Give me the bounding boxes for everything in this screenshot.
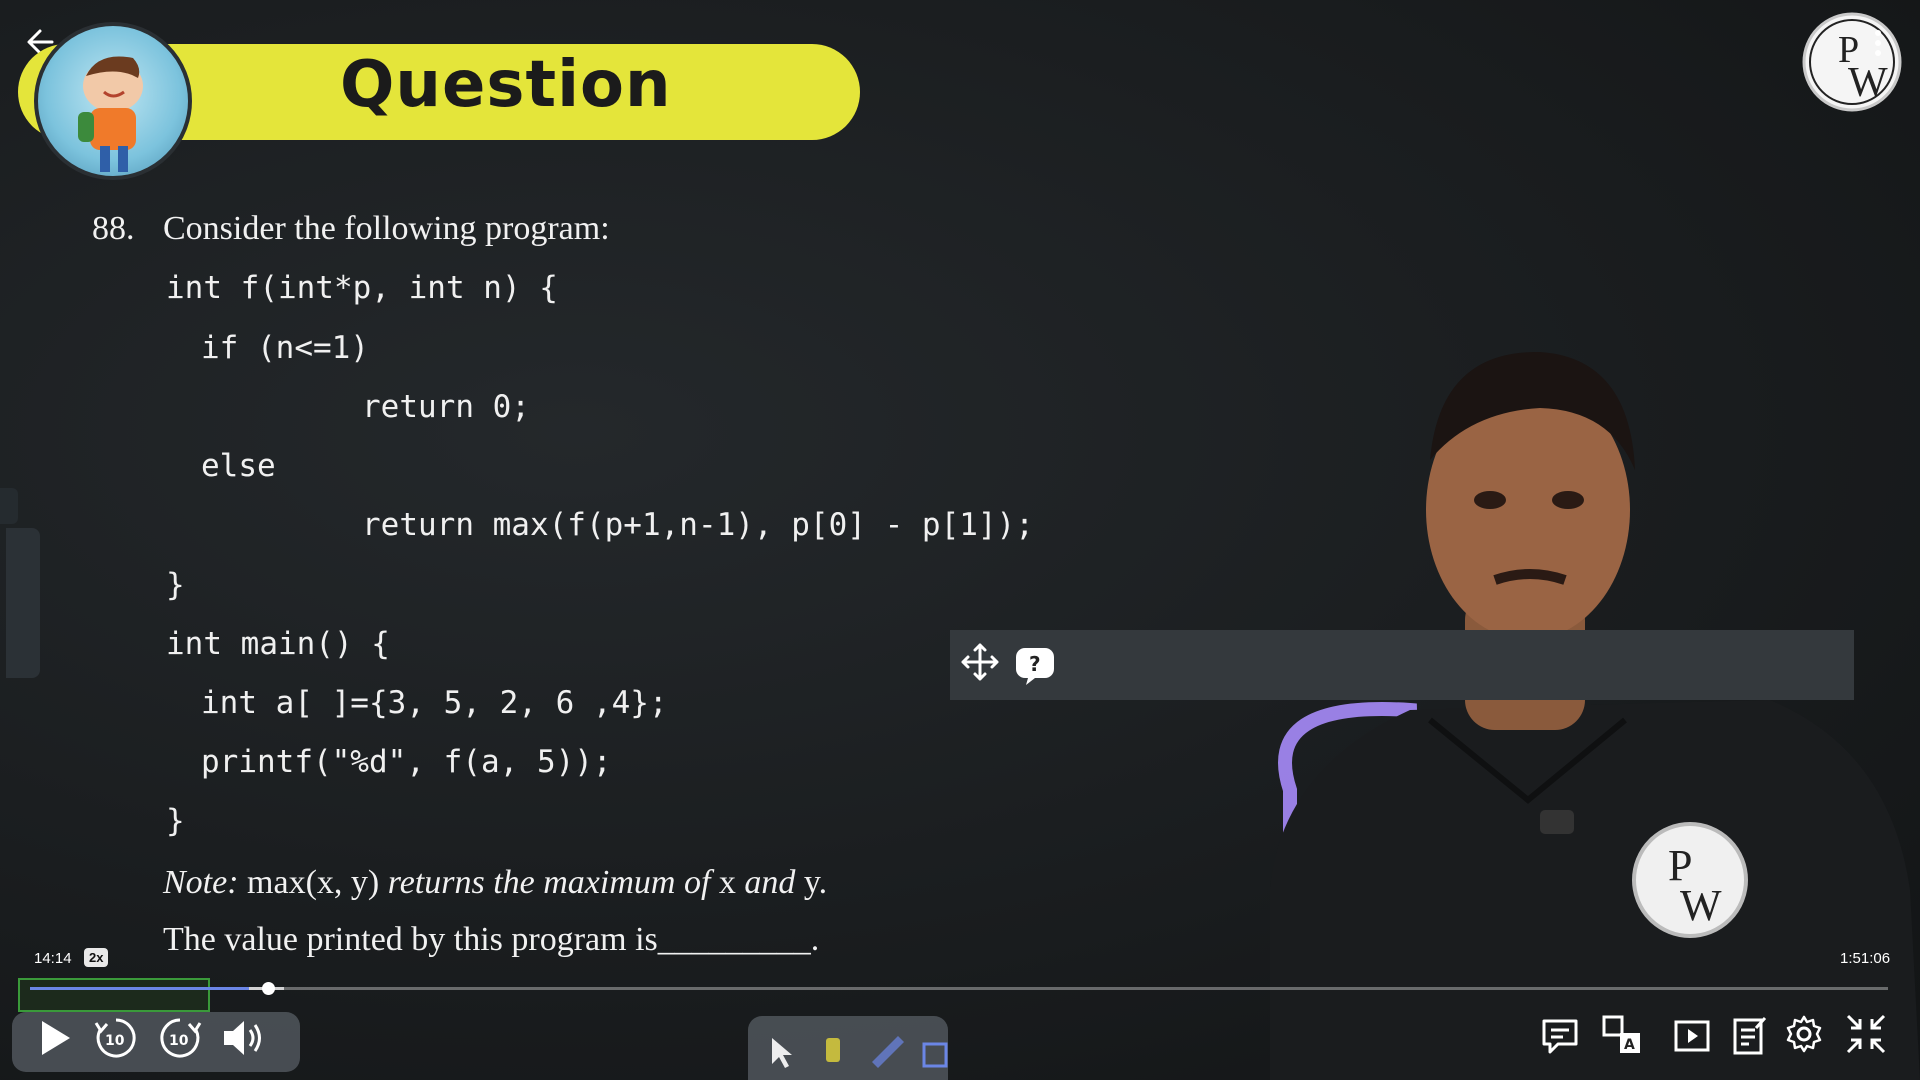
note-y: y. xyxy=(803,864,828,901)
progress-bar[interactable] xyxy=(30,982,1888,995)
pip-toolbar xyxy=(950,630,1854,700)
code-line: int f(int*p, int n) { xyxy=(166,270,558,306)
side-panel-tab[interactable] xyxy=(6,528,40,678)
svg-text:A: A xyxy=(1624,1037,1635,1053)
answer-prompt: The value printed by this program is____… xyxy=(163,921,819,959)
code-line: return 0; xyxy=(362,389,530,425)
notes-icon[interactable] xyxy=(1732,1014,1768,1056)
note-and: and xyxy=(744,864,796,901)
annotation-tools xyxy=(748,1016,948,1080)
progress-knob[interactable] xyxy=(261,982,275,995)
play-icon[interactable] xyxy=(32,1016,76,1060)
code-line: } xyxy=(166,803,185,839)
gear-icon[interactable] xyxy=(1784,1014,1824,1054)
progress-played xyxy=(30,987,250,990)
code-line: if (n<=1) xyxy=(201,330,369,366)
answer-blank: _________. xyxy=(657,921,820,958)
banner-title: Question xyxy=(340,48,672,122)
answer-prompt-text: The value printed by this program is xyxy=(163,921,658,958)
note-function: max(x, y) xyxy=(247,864,380,901)
current-time: 14:14 xyxy=(34,950,72,967)
pw-logo: P W xyxy=(1800,10,1904,114)
video-frame[interactable]: Question P W 88. Consider the following … xyxy=(0,0,1920,1080)
question-intro: Consider the following program: xyxy=(163,210,610,247)
logo-letter-w: W xyxy=(1848,60,1888,106)
help-icon[interactable]: ? xyxy=(1014,646,1056,686)
volume-icon[interactable] xyxy=(220,1016,266,1060)
forward-10-icon[interactable]: 10 xyxy=(156,1014,204,1062)
minimize-icon[interactable] xyxy=(1844,1012,1888,1056)
note-x: x xyxy=(718,864,736,901)
svg-text:?: ? xyxy=(1029,652,1041,676)
kebab-icon[interactable] xyxy=(1870,26,1886,66)
total-time: 1:51:06 xyxy=(1840,950,1891,967)
code-line: return max(f(p+1,n-1), p[0] - p[1]); xyxy=(362,507,1034,543)
chat-icon[interactable] xyxy=(1540,1016,1580,1056)
note-text: returns the maximum of xyxy=(387,864,711,901)
question-number: 88. xyxy=(92,210,135,247)
note-label: Note: xyxy=(163,864,239,901)
code-line: int a[ ]={3, 5, 2, 6 ,4}; xyxy=(201,685,668,721)
question-note: Note: max(x, y) returns the maximum of x… xyxy=(163,864,827,902)
presenter-video: P W xyxy=(1250,330,1920,1080)
svg-text:W: W xyxy=(1680,881,1722,930)
chapter-thumbnail[interactable] xyxy=(18,978,210,1012)
move-icon[interactable] xyxy=(960,642,1000,682)
code-line: else xyxy=(201,448,276,484)
code-line: int main() { xyxy=(166,626,390,662)
mascot-avatar xyxy=(34,22,192,180)
rewind-seconds: 10 xyxy=(105,1033,125,1049)
side-panel-toggle[interactable] xyxy=(0,488,18,524)
code-line: } xyxy=(166,567,185,603)
code-line: printf("%d", f(a, 5)); xyxy=(201,744,612,780)
speed-badge[interactable]: 2x xyxy=(84,948,109,967)
forward-seconds: 10 xyxy=(169,1033,189,1049)
playlist-icon[interactable] xyxy=(1672,1018,1712,1054)
rewind-10-icon[interactable]: 10 xyxy=(92,1014,140,1062)
translate-icon[interactable]: A xyxy=(1602,1014,1642,1056)
